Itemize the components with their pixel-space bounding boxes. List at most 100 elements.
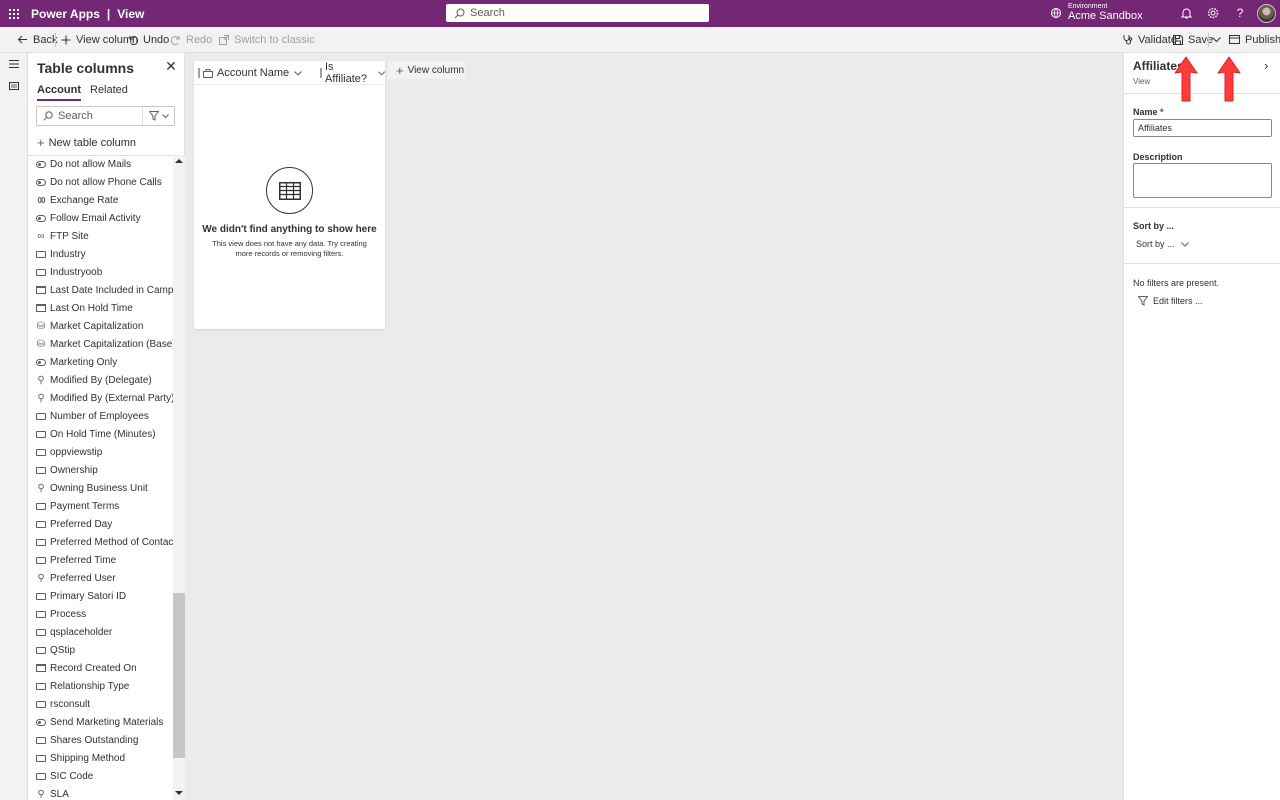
edit-filters-button[interactable]: Edit filters ... xyxy=(1138,296,1203,306)
scroll-thumb[interactable] xyxy=(173,593,185,758)
filter-icon xyxy=(1138,296,1148,306)
help-question-icon[interactable]: ? xyxy=(1233,6,1247,20)
column-list-item[interactable]: ∞ FTP Site xyxy=(28,227,173,245)
view-description-field[interactable] xyxy=(1133,163,1272,198)
column-list-item[interactable]: ⚲ SLA xyxy=(28,785,173,800)
plus-icon: + xyxy=(37,135,45,150)
add-view-column-button[interactable]: View column xyxy=(61,27,138,53)
user-avatar[interactable] xyxy=(1257,4,1276,23)
column-list-item[interactable]: On Hold Time (Minutes) xyxy=(28,425,173,443)
column-list-item[interactable]: Process xyxy=(28,605,173,623)
plus-icon: + xyxy=(396,62,404,78)
column-list-item[interactable]: ⚲ Modified By (External Party) xyxy=(28,389,173,407)
view-editor-icon[interactable] xyxy=(0,75,28,97)
left-rail xyxy=(0,53,28,800)
drag-handle-icon[interactable] xyxy=(320,68,322,78)
empty-state-message: This view does not have any data. Try cr… xyxy=(212,239,367,258)
lookup-type-icon: ⚲ xyxy=(37,392,45,404)
column-list-item[interactable]: Marketing Only xyxy=(28,353,173,371)
toggle-type-icon xyxy=(36,178,46,186)
column-list-item[interactable]: Do not allow Phone Calls xyxy=(28,173,173,191)
column-list-item[interactable]: Preferred Day xyxy=(28,515,173,533)
column-list-item[interactable]: Number of Employees xyxy=(28,407,173,425)
collapse-chevron-right-icon[interactable]: › xyxy=(1264,58,1268,73)
column-list-item[interactable]: Shares Outstanding xyxy=(28,731,173,749)
chevron-down-icon xyxy=(1212,36,1221,42)
command-divider xyxy=(55,33,56,47)
sort-by-dropdown[interactable]: Sort by ... xyxy=(1136,239,1189,249)
column-list-item[interactable]: ⚲ Preferred User xyxy=(28,569,173,587)
column-list-item[interactable]: Preferred Time xyxy=(28,551,173,569)
back-button[interactable]: Back xyxy=(17,27,57,53)
validate-button[interactable]: Validate xyxy=(1123,27,1177,53)
scroll-up-arrow-icon[interactable] xyxy=(175,159,183,163)
column-list-item[interactable]: oppviewstip xyxy=(28,443,173,461)
toggle-type-icon xyxy=(36,160,46,168)
column-list-item[interactable]: Primary Satori ID xyxy=(28,587,173,605)
save-options-dropdown[interactable] xyxy=(1212,27,1226,53)
column-list-item[interactable]: qsplaceholder xyxy=(28,623,173,641)
column-list-item[interactable]: Last On Hold Time xyxy=(28,299,173,317)
column-header-is-affiliate[interactable]: Is Affiliate? xyxy=(320,61,385,85)
filter-dropdown[interactable] xyxy=(142,107,174,125)
text-type-icon xyxy=(36,628,46,636)
undo-button[interactable]: Undo xyxy=(128,27,169,53)
drag-handle-icon[interactable] xyxy=(198,68,200,78)
column-list-item[interactable]: rsconsult xyxy=(28,695,173,713)
tab-related[interactable]: Related xyxy=(90,84,128,101)
hamburger-menu-icon[interactable] xyxy=(0,53,28,75)
column-list-item[interactable]: Industry xyxy=(28,245,173,263)
column-list-item[interactable]: ⚲ Owning Business Unit xyxy=(28,479,173,497)
column-list-item[interactable]: Ownership xyxy=(28,461,173,479)
column-list-item[interactable]: Last Date Included in Campaign xyxy=(28,281,173,299)
view-name-field[interactable] xyxy=(1133,119,1272,137)
text-type-icon xyxy=(36,412,46,420)
back-label: Back xyxy=(33,33,58,46)
notifications-bell-icon[interactable] xyxy=(1179,6,1193,20)
column-list-item[interactable]: Payment Terms xyxy=(28,497,173,515)
new-table-column-button[interactable]: + New table column xyxy=(37,135,136,150)
app-launcher-icon[interactable] xyxy=(0,0,27,27)
column-search-input[interactable]: Search xyxy=(36,106,175,126)
column-list-item[interactable]: SIC Code xyxy=(28,767,173,785)
text-type-icon xyxy=(36,430,46,438)
column-list-item-label: Shares Outstanding xyxy=(50,734,139,746)
lookup-type-icon: ⚲ xyxy=(37,572,45,584)
column-list-item-label: Market Capitalization xyxy=(50,320,144,332)
text-type-icon xyxy=(36,538,46,546)
column-list: Do not allow Mails Do not allow Phone Cal… xyxy=(28,155,173,800)
environment-picker[interactable]: Environment Acme Sandbox xyxy=(1050,3,1143,22)
switch-to-classic-button[interactable]: Switch to classic xyxy=(219,27,315,53)
text-type-icon xyxy=(36,646,46,654)
global-search-input[interactable]: Search xyxy=(446,4,709,22)
column-list-item[interactable]: ⚲ Modified By (Delegate) xyxy=(28,371,173,389)
chevron-down-icon xyxy=(294,70,303,76)
column-list-item[interactable]: ⛁ Market Capitalization xyxy=(28,317,173,335)
global-search-placeholder: Search xyxy=(470,7,505,19)
grid-header: Account Name Is Affiliate? xyxy=(194,61,385,85)
scroll-down-arrow-icon[interactable] xyxy=(175,791,183,795)
close-icon[interactable]: ✕ xyxy=(164,59,178,73)
text-type-icon xyxy=(36,268,46,276)
column-list-item[interactable]: Shipping Method xyxy=(28,749,173,767)
column-list-item[interactable]: Industryoob xyxy=(28,263,173,281)
column-list-item[interactable]: Record Created On xyxy=(28,659,173,677)
column-list-item[interactable]: Relationship Type xyxy=(28,677,173,695)
settings-gear-icon[interactable] xyxy=(1206,6,1220,20)
column-list-item[interactable]: ⛁ Market Capitalization (Base) xyxy=(28,335,173,353)
redo-button[interactable]: Redo xyxy=(171,27,212,53)
column-list-item[interactable]: Send Marketing Materials xyxy=(28,713,173,731)
column-list-item-label: Primary Satori ID xyxy=(50,590,127,602)
column-list-item[interactable]: Follow Email Activity xyxy=(28,209,173,227)
column-header-account-name[interactable]: Account Name xyxy=(198,61,303,85)
column-list-item[interactable]: 00 Exchange Rate xyxy=(28,191,173,209)
column-list-item[interactable]: Preferred Method of Contact xyxy=(28,533,173,551)
app-name[interactable]: Power Apps xyxy=(31,7,100,21)
column-list-item[interactable]: QStip xyxy=(28,641,173,659)
column-list-scrollbar[interactable] xyxy=(173,155,185,800)
publish-button[interactable]: Publish xyxy=(1229,27,1280,53)
tab-account[interactable]: Account xyxy=(37,84,81,101)
text-type-icon xyxy=(36,466,46,474)
add-view-column-button[interactable]: + View column xyxy=(388,61,465,79)
column-list-item[interactable]: Do not allow Mails xyxy=(28,155,173,173)
